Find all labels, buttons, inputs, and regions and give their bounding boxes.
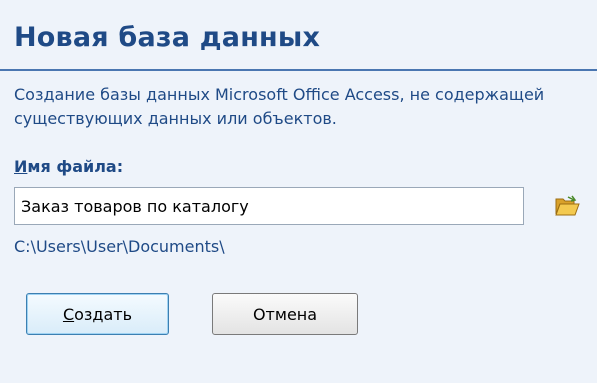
cancel-button[interactable]: Отмена	[212, 293, 358, 335]
panel-title: Новая база данных	[14, 22, 321, 53]
new-database-panel: Новая база данных Создание базы данных M…	[0, 0, 597, 383]
filename-label-text: мя файла:	[27, 157, 124, 176]
panel-description: Создание базы данных Microsoft Office Ac…	[14, 85, 545, 128]
title-divider	[0, 69, 597, 71]
create-button[interactable]: Создать	[26, 293, 169, 335]
filename-label-accelerator: И	[14, 157, 28, 176]
filename-label: Имя файла:	[14, 157, 123, 176]
browse-folder-button[interactable]	[554, 195, 580, 217]
create-label: оздать	[74, 304, 133, 324]
create-accelerator: С	[62, 304, 75, 324]
filename-input[interactable]	[14, 187, 524, 225]
folder-open-icon	[555, 195, 580, 216]
save-path: C:\Users\User\Documents\	[14, 237, 225, 256]
